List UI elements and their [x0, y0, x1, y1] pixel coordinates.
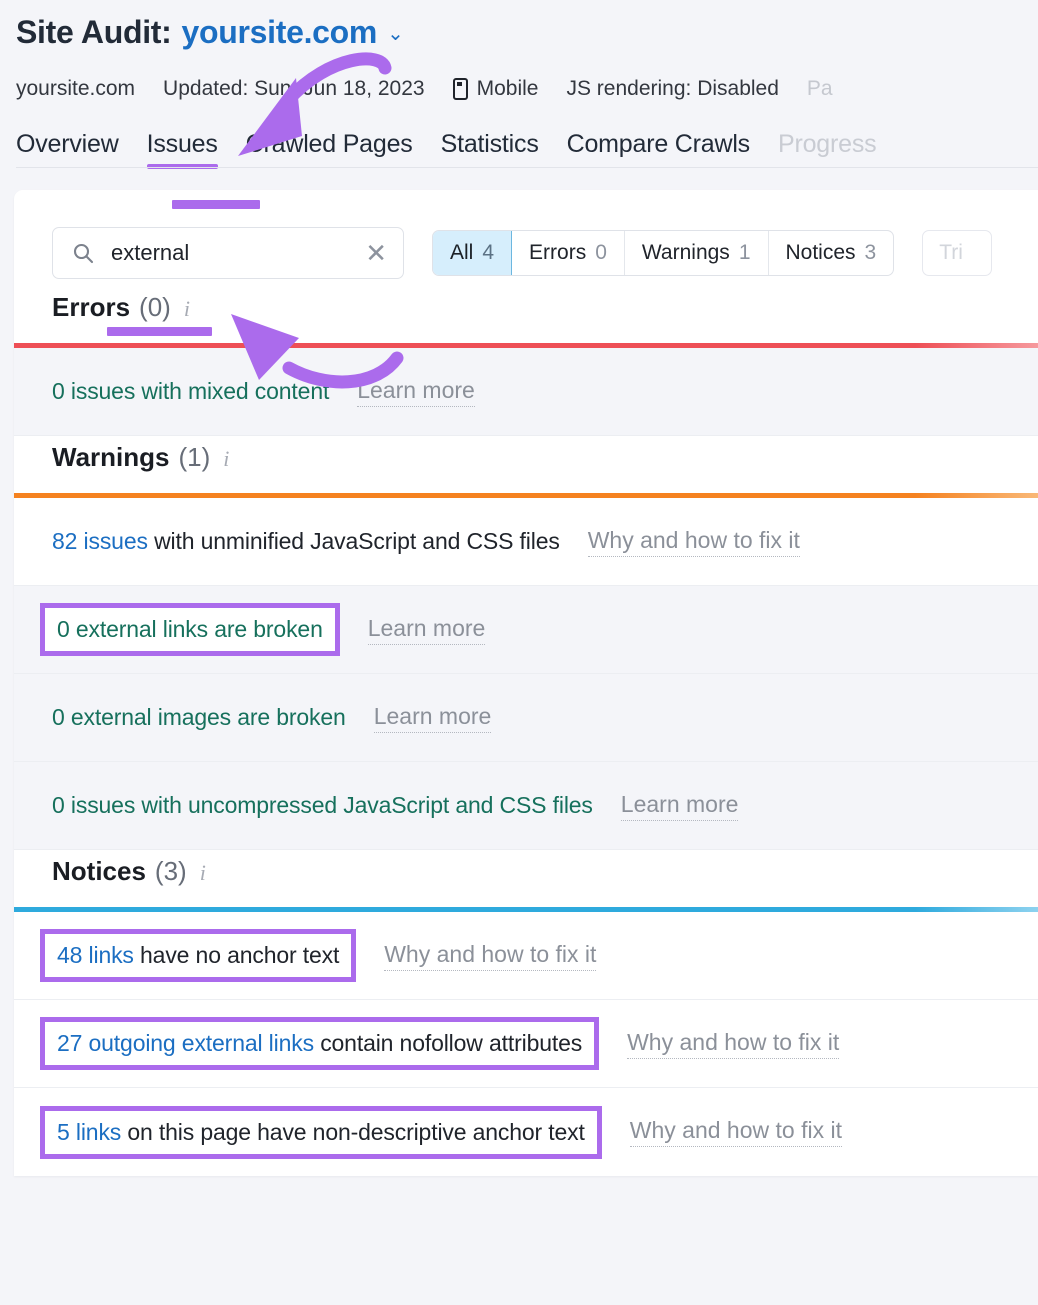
issue-help-link[interactable]: Why and how to fix it — [588, 527, 800, 557]
filter-warnings-label: Warnings — [642, 241, 730, 265]
section-heading-errors: Errors (0) i — [14, 286, 1038, 343]
table-row[interactable]: 5 links on this page have non-descriptiv… — [14, 1088, 1038, 1176]
issue-count: 82 issues — [52, 528, 148, 554]
table-row[interactable]: 0 issues with mixed content Learn more — [14, 348, 1038, 436]
filter-toolbar: external ✕ All 4 Errors 0 Warnings 1 Not… — [14, 190, 1038, 286]
issue-help-link[interactable]: Why and how to fix it — [384, 941, 596, 971]
issue-help-link[interactable]: Why and how to fix it — [630, 1117, 842, 1147]
issue-label[interactable]: 27 outgoing external links contain nofol… — [40, 1017, 599, 1070]
issue-label[interactable]: 0 external links are broken — [40, 603, 340, 656]
table-row[interactable]: 0 external images are broken Learn more — [14, 674, 1038, 762]
tab-overview[interactable]: Overview — [16, 130, 119, 168]
issue-label[interactable]: 5 links on this page have non-descriptiv… — [40, 1106, 602, 1159]
triggered-filter-label: Tri — [939, 241, 963, 265]
tab-progress[interactable]: Progress — [778, 130, 876, 168]
issues-panel: external ✕ All 4 Errors 0 Warnings 1 Not… — [14, 190, 1038, 1176]
info-icon[interactable]: i — [184, 296, 190, 322]
issue-count: 48 links — [57, 942, 134, 968]
notices-count: (3) — [155, 856, 187, 887]
issue-description: contain nofollow attributes — [314, 1030, 582, 1056]
page-title-label: Site Audit: — [16, 14, 172, 51]
issue-help-link[interactable]: Learn more — [374, 703, 492, 733]
warnings-title: Warnings — [52, 442, 169, 473]
tab-compare-crawls[interactable]: Compare Crawls — [567, 130, 750, 168]
issue-description: have no anchor text — [134, 942, 339, 968]
issue-type-filter-group: All 4 Errors 0 Warnings 1 Notices 3 — [432, 230, 894, 276]
meta-updated: Updated: Sun, Jun 18, 2023 — [163, 77, 425, 101]
issue-label[interactable]: 82 issues with unminified JavaScript and… — [52, 528, 560, 555]
filter-errors[interactable]: Errors 0 — [512, 231, 625, 275]
info-icon[interactable]: i — [200, 860, 206, 886]
errors-count: (0) — [139, 292, 171, 323]
clear-search-icon[interactable]: ✕ — [365, 240, 387, 266]
triggered-filter-button[interactable]: Tri — [922, 230, 992, 276]
section-heading-notices: Notices (3) i — [14, 850, 1038, 907]
filter-all-count: 4 — [482, 241, 494, 265]
project-meta-row: yoursite.com Updated: Sun, Jun 18, 2023 … — [16, 74, 1038, 104]
issue-description: with unminified JavaScript and CSS files — [148, 528, 560, 554]
meta-device: Mobile — [453, 77, 539, 101]
issue-help-link[interactable]: Learn more — [357, 377, 475, 407]
issue-label[interactable]: 0 issues with mixed content — [52, 378, 329, 405]
filter-errors-label: Errors — [529, 241, 586, 265]
issue-count: 5 links — [57, 1119, 121, 1145]
issue-label[interactable]: 0 external images are broken — [52, 704, 346, 731]
meta-site: yoursite.com — [16, 77, 135, 101]
meta-pages-crawled-truncated: Pa — [807, 77, 833, 101]
issue-label[interactable]: 0 issues with uncompressed JavaScript an… — [52, 792, 593, 819]
table-row[interactable]: 0 issues with uncompressed JavaScript an… — [14, 762, 1038, 850]
filter-errors-count: 0 — [595, 241, 607, 265]
project-domain-link[interactable]: yoursite.com — [182, 14, 378, 51]
search-input-value[interactable]: external — [111, 240, 365, 266]
tab-issues[interactable]: Issues — [147, 130, 218, 168]
meta-js-rendering: JS rendering: Disabled — [566, 77, 778, 101]
page-title: Site Audit: yoursite.com ⌄ — [16, 14, 1038, 58]
filter-warnings-count: 1 — [739, 241, 751, 265]
filter-notices-count: 3 — [865, 241, 877, 265]
filter-all[interactable]: All 4 — [433, 231, 512, 275]
table-row[interactable]: 82 issues with unminified JavaScript and… — [14, 498, 1038, 586]
notices-title: Notices — [52, 856, 146, 887]
info-icon[interactable]: i — [223, 446, 229, 472]
filter-warnings[interactable]: Warnings 1 — [625, 231, 769, 275]
issue-help-link[interactable]: Learn more — [368, 615, 486, 645]
tab-bar: Overview Issues Crawled Pages Statistics… — [16, 126, 1038, 168]
tab-crawled-pages[interactable]: Crawled Pages — [246, 130, 413, 168]
search-input[interactable]: external ✕ — [52, 227, 404, 279]
table-row[interactable]: 0 external links are broken Learn more — [14, 586, 1038, 674]
tab-statistics[interactable]: Statistics — [441, 130, 539, 168]
issue-label[interactable]: 48 links have no anchor text — [40, 929, 356, 982]
mobile-icon — [453, 78, 468, 100]
meta-device-label: Mobile — [477, 77, 539, 101]
filter-notices[interactable]: Notices 3 — [769, 231, 894, 275]
table-row[interactable]: 48 links have no anchor text Why and how… — [14, 912, 1038, 1000]
filter-all-label: All — [450, 241, 473, 265]
search-icon — [71, 241, 95, 265]
warnings-count: (1) — [178, 442, 210, 473]
chevron-down-icon[interactable]: ⌄ — [387, 24, 404, 44]
issue-description: on this page have non-descriptive anchor… — [121, 1119, 585, 1145]
page-header: Site Audit: yoursite.com ⌄ yoursite.com … — [0, 0, 1038, 168]
issue-help-link[interactable]: Why and how to fix it — [627, 1029, 839, 1059]
issue-help-link[interactable]: Learn more — [621, 791, 739, 821]
filter-notices-label: Notices — [786, 241, 856, 265]
issue-count: 27 outgoing external links — [57, 1030, 314, 1056]
section-heading-warnings: Warnings (1) i — [14, 436, 1038, 493]
table-row[interactable]: 27 outgoing external links contain nofol… — [14, 1000, 1038, 1088]
errors-title: Errors — [52, 292, 130, 323]
